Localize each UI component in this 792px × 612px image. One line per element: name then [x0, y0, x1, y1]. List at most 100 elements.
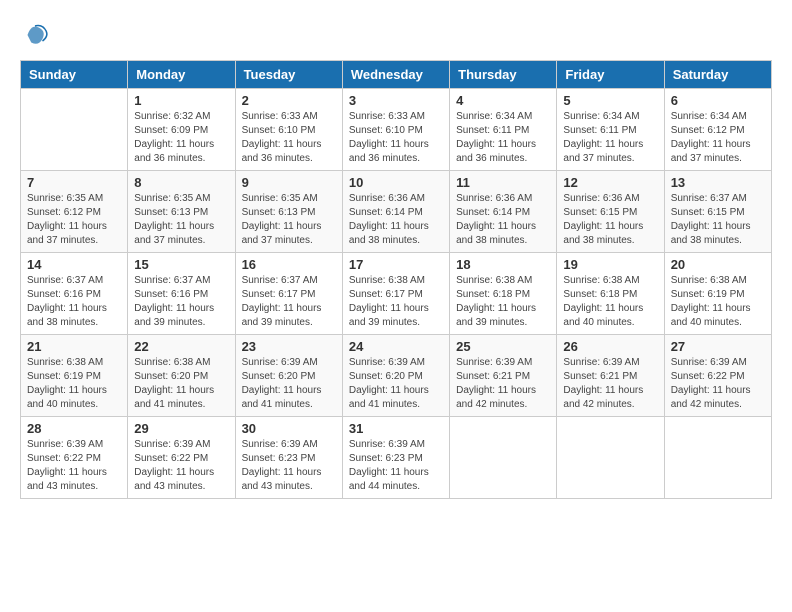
header-row: SundayMondayTuesdayWednesdayThursdayFrid…	[21, 61, 772, 89]
calendar-cell: 12 Sunrise: 6:36 AM Sunset: 6:15 PM Dayli…	[557, 171, 664, 253]
day-number: 10	[349, 175, 443, 190]
day-info: Sunrise: 6:38 AM Sunset: 6:18 PM Dayligh…	[456, 274, 550, 330]
day-info: Sunrise: 6:38 AM Sunset: 6:17 PM Dayligh…	[349, 274, 443, 330]
day-info: Sunrise: 6:38 AM Sunset: 6:20 PM Dayligh…	[134, 356, 228, 412]
day-info: Sunrise: 6:34 AM Sunset: 6:11 PM Dayligh…	[456, 110, 550, 166]
day-number: 6	[671, 93, 765, 108]
day-info: Sunrise: 6:34 AM Sunset: 6:12 PM Dayligh…	[671, 110, 765, 166]
day-number: 2	[242, 93, 336, 108]
header-day-saturday: Saturday	[664, 61, 771, 89]
day-number: 17	[349, 257, 443, 272]
day-number: 5	[563, 93, 657, 108]
day-number: 26	[563, 339, 657, 354]
calendar-cell: 6 Sunrise: 6:34 AM Sunset: 6:12 PM Daylig…	[664, 89, 771, 171]
header-day-monday: Monday	[128, 61, 235, 89]
day-info: Sunrise: 6:39 AM Sunset: 6:22 PM Dayligh…	[671, 356, 765, 412]
calendar-cell: 27 Sunrise: 6:39 AM Sunset: 6:22 PM Dayli…	[664, 335, 771, 417]
calendar-cell: 7 Sunrise: 6:35 AM Sunset: 6:12 PM Daylig…	[21, 171, 128, 253]
week-row-4: 21Sunrise: 6:38 AM Sunset: 6:19 PM Dayli…	[21, 335, 772, 417]
day-info: Sunrise: 6:39 AM Sunset: 6:20 PM Dayligh…	[349, 356, 443, 412]
week-row-5: 28 Sunrise: 6:39 AM Sunset: 6:22 PM Dayli…	[21, 417, 772, 499]
calendar-cell: 19Sunrise: 6:38 AM Sunset: 6:18 PM Dayli…	[557, 253, 664, 335]
calendar-cell: 8 Sunrise: 6:35 AM Sunset: 6:13 PM Daylig…	[128, 171, 235, 253]
day-info: Sunrise: 6:38 AM Sunset: 6:19 PM Dayligh…	[27, 356, 121, 412]
calendar-cell: 18 Sunrise: 6:38 AM Sunset: 6:18 PM Dayli…	[450, 253, 557, 335]
header-day-tuesday: Tuesday	[235, 61, 342, 89]
calendar-cell: 22 Sunrise: 6:38 AM Sunset: 6:20 PM Dayli…	[128, 335, 235, 417]
day-number: 19	[563, 257, 657, 272]
calendar-cell: 28Sunrise: 6:39 AM Sunset: 6:22 PM Dayli…	[21, 417, 128, 499]
calendar-cell: 2 Sunrise: 6:33 AM Sunset: 6:10 PM Daylig…	[235, 89, 342, 171]
day-number: 20	[671, 257, 765, 272]
day-number: 16	[242, 257, 336, 272]
header-day-friday: Friday	[557, 61, 664, 89]
calendar-cell: 4Sunrise: 6:34 AM Sunset: 6:11 PM Daylig…	[450, 89, 557, 171]
day-info: Sunrise: 6:39 AM Sunset: 6:23 PM Dayligh…	[242, 438, 336, 494]
day-number: 23	[242, 339, 336, 354]
day-number: 12	[563, 175, 657, 190]
calendar-cell	[664, 417, 771, 499]
calendar-cell: 15 Sunrise: 6:37 AM Sunset: 6:16 PM Dayli…	[128, 253, 235, 335]
day-info: Sunrise: 6:37 AM Sunset: 6:16 PM Dayligh…	[134, 274, 228, 330]
day-number: 11	[456, 175, 550, 190]
day-info: Sunrise: 6:35 AM Sunset: 6:12 PM Dayligh…	[27, 192, 121, 248]
calendar-cell: 1 Sunrise: 6:32 AM Sunset: 6:09 PM Daylig…	[128, 89, 235, 171]
logo	[20, 20, 54, 50]
day-number: 13	[671, 175, 765, 190]
day-number: 8	[134, 175, 228, 190]
calendar-cell: 23 Sunrise: 6:39 AM Sunset: 6:20 PM Dayli…	[235, 335, 342, 417]
calendar-cell: 29 Sunrise: 6:39 AM Sunset: 6:22 PM Dayli…	[128, 417, 235, 499]
calendar-cell: 5 Sunrise: 6:34 AM Sunset: 6:11 PM Daylig…	[557, 89, 664, 171]
calendar-cell: 14Sunrise: 6:37 AM Sunset: 6:16 PM Dayli…	[21, 253, 128, 335]
calendar-cell: 30 Sunrise: 6:39 AM Sunset: 6:23 PM Dayli…	[235, 417, 342, 499]
day-number: 18	[456, 257, 550, 272]
calendar-table: SundayMondayTuesdayWednesdayThursdayFrid…	[20, 60, 772, 499]
calendar-body: 1 Sunrise: 6:32 AM Sunset: 6:09 PM Daylig…	[21, 89, 772, 499]
week-row-3: 14 Sunrise: 6:37 AM Sunset: 6:16 PM Dayli…	[21, 253, 772, 335]
day-number: 27	[671, 339, 765, 354]
calendar-cell: 25Sunrise: 6:39 AM Sunset: 6:21 PM Dayli…	[450, 335, 557, 417]
header-day-thursday: Thursday	[450, 61, 557, 89]
day-number: 22	[134, 339, 228, 354]
day-number: 7	[27, 175, 121, 190]
day-info: Sunrise: 6:33 AM Sunset: 6:10 PM Dayligh…	[242, 110, 336, 166]
page-header	[20, 20, 772, 50]
day-info: Sunrise: 6:35 AM Sunset: 6:13 PM Dayligh…	[134, 192, 228, 248]
day-info: Sunrise: 6:32 AM Sunset: 6:09 PM Dayligh…	[134, 110, 228, 166]
calendar-cell: 20 Sunrise: 6:38 AM Sunset: 6:19 PM Dayli…	[664, 253, 771, 335]
header-day-sunday: Sunday	[21, 61, 128, 89]
day-info: Sunrise: 6:39 AM Sunset: 6:23 PM Dayligh…	[349, 438, 443, 494]
day-number: 28	[27, 421, 121, 436]
day-number: 1	[134, 93, 228, 108]
day-info: Sunrise: 6:35 AM Sunset: 6:13 PM Dayligh…	[242, 192, 336, 248]
day-number: 15	[134, 257, 228, 272]
calendar-cell: 11 Sunrise: 6:36 AM Sunset: 6:14 PM Dayli…	[450, 171, 557, 253]
day-info: Sunrise: 6:36 AM Sunset: 6:14 PM Dayligh…	[456, 192, 550, 248]
day-number: 9	[242, 175, 336, 190]
day-info: Sunrise: 6:33 AM Sunset: 6:10 PM Dayligh…	[349, 110, 443, 166]
day-number: 30	[242, 421, 336, 436]
header-day-wednesday: Wednesday	[342, 61, 449, 89]
calendar-cell: 31 Sunrise: 6:39 AM Sunset: 6:23 PM Dayli…	[342, 417, 449, 499]
day-info: Sunrise: 6:37 AM Sunset: 6:17 PM Dayligh…	[242, 274, 336, 330]
day-number: 3	[349, 93, 443, 108]
week-row-1: 1 Sunrise: 6:32 AM Sunset: 6:09 PM Daylig…	[21, 89, 772, 171]
calendar-cell: 9 Sunrise: 6:35 AM Sunset: 6:13 PM Daylig…	[235, 171, 342, 253]
day-info: Sunrise: 6:38 AM Sunset: 6:19 PM Dayligh…	[671, 274, 765, 330]
day-info: Sunrise: 6:36 AM Sunset: 6:15 PM Dayligh…	[563, 192, 657, 248]
calendar-cell: 17 Sunrise: 6:38 AM Sunset: 6:17 PM Dayli…	[342, 253, 449, 335]
week-row-2: 7 Sunrise: 6:35 AM Sunset: 6:12 PM Daylig…	[21, 171, 772, 253]
day-info: Sunrise: 6:39 AM Sunset: 6:20 PM Dayligh…	[242, 356, 336, 412]
calendar-cell: 13Sunrise: 6:37 AM Sunset: 6:15 PM Dayli…	[664, 171, 771, 253]
calendar-cell: 21Sunrise: 6:38 AM Sunset: 6:19 PM Dayli…	[21, 335, 128, 417]
calendar-header: SundayMondayTuesdayWednesdayThursdayFrid…	[21, 61, 772, 89]
day-info: Sunrise: 6:34 AM Sunset: 6:11 PM Dayligh…	[563, 110, 657, 166]
day-info: Sunrise: 6:39 AM Sunset: 6:21 PM Dayligh…	[563, 356, 657, 412]
day-number: 24	[349, 339, 443, 354]
day-number: 14	[27, 257, 121, 272]
day-info: Sunrise: 6:39 AM Sunset: 6:22 PM Dayligh…	[134, 438, 228, 494]
day-info: Sunrise: 6:39 AM Sunset: 6:21 PM Dayligh…	[456, 356, 550, 412]
day-number: 29	[134, 421, 228, 436]
calendar-cell: 16 Sunrise: 6:37 AM Sunset: 6:17 PM Dayli…	[235, 253, 342, 335]
day-number: 31	[349, 421, 443, 436]
